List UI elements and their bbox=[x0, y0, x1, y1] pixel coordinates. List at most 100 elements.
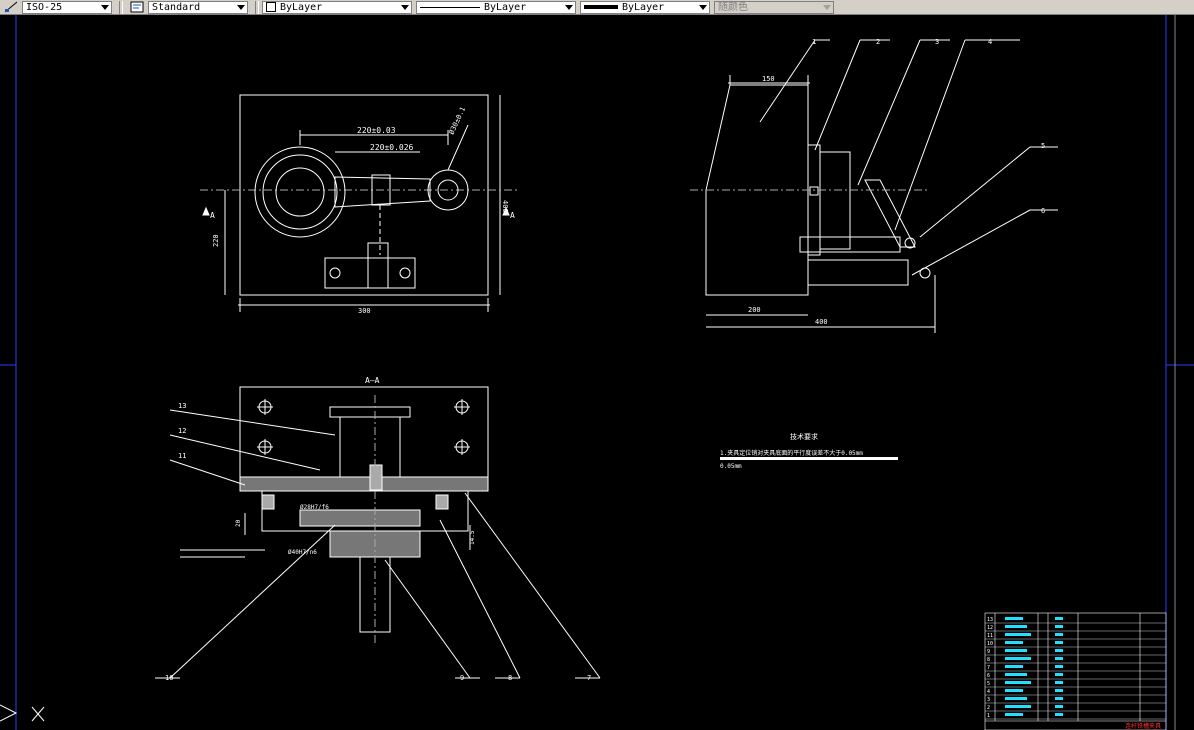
text-style-value: Standard bbox=[152, 1, 201, 13]
side-view-flange bbox=[807, 144, 821, 256]
callout-11: 11 bbox=[178, 452, 186, 460]
title-stamp: 连杆铣槽夹具 bbox=[1125, 722, 1161, 730]
title-block-qty bbox=[1055, 657, 1063, 660]
section-top-body bbox=[239, 386, 489, 478]
title-block bbox=[984, 612, 1167, 730]
callout-3: 3 bbox=[935, 38, 939, 46]
title-block-part-name bbox=[1005, 705, 1031, 708]
callout-7: 7 bbox=[587, 674, 591, 682]
title-block-qty bbox=[1055, 665, 1063, 668]
title-block-part-name bbox=[1005, 641, 1023, 644]
notes-title: 技术要求 bbox=[790, 432, 818, 441]
callout-12: 12 bbox=[178, 427, 186, 435]
side-view-rail-lower bbox=[807, 259, 909, 286]
layer-color-dropdown[interactable]: ByLayer bbox=[262, 0, 412, 14]
title-block-row-number: 12 bbox=[987, 625, 993, 631]
lineweight-dropdown[interactable]: ByLayer bbox=[580, 0, 710, 14]
callout-5: 5 bbox=[1041, 142, 1045, 150]
text-style-dropdown[interactable]: Standard bbox=[148, 0, 248, 14]
chevron-down-icon bbox=[101, 4, 109, 10]
dimension-style-value: ISO-25 bbox=[26, 1, 63, 13]
title-block-qty bbox=[1055, 625, 1063, 628]
callout-2: 2 bbox=[876, 38, 880, 46]
title-block-row-number: 4 bbox=[987, 689, 990, 695]
dim-fit: Ø28H7/f6 bbox=[300, 504, 329, 511]
leader-3 bbox=[857, 39, 921, 186]
leader-9 bbox=[384, 559, 471, 679]
drawing-canvas[interactable]: 220±0.03 220±0.026 Ø30±0.1 300 400 220 A… bbox=[0, 15, 1194, 730]
plot-style-value: 随颜色 bbox=[718, 1, 748, 13]
title-block-qty bbox=[1055, 633, 1063, 636]
dim-top: 150 bbox=[762, 75, 775, 83]
title-block-row-number: 3 bbox=[987, 697, 990, 703]
callout-10: 10 bbox=[165, 674, 173, 682]
title-block-part-name bbox=[1005, 665, 1023, 668]
dim-height-right: 400 bbox=[501, 200, 509, 213]
section-base-plate bbox=[239, 476, 489, 492]
section-label-right: A bbox=[510, 211, 515, 220]
title-block-row-number: 8 bbox=[987, 657, 990, 663]
chevron-down-icon bbox=[699, 4, 707, 10]
rod-big-end-inner-ring bbox=[262, 154, 338, 230]
layer-color-value: ByLayer bbox=[280, 1, 323, 13]
section-title: A—A bbox=[365, 376, 380, 385]
ucs-icon bbox=[0, 704, 45, 722]
dimension-style-icon[interactable] bbox=[3, 1, 19, 14]
leader-4 bbox=[894, 39, 966, 231]
dim-bottom-left: 200 bbox=[748, 306, 761, 314]
title-block-qty bbox=[1055, 617, 1063, 620]
title-block-qty bbox=[1055, 681, 1063, 684]
title-block-row-number: 10 bbox=[987, 641, 993, 647]
notes-line-1: 1.夹具定位销对夹具底面的平行度误差不大于0.05mm bbox=[720, 449, 863, 457]
leader-12 bbox=[169, 434, 321, 471]
leader-13 bbox=[169, 409, 336, 436]
dim-angle: Ø30±0.1 bbox=[448, 106, 468, 136]
callout-8: 8 bbox=[508, 674, 512, 682]
dim-height-left: 220 bbox=[212, 234, 220, 247]
lineweight-preview-icon bbox=[584, 5, 618, 9]
rod-big-end-outer bbox=[254, 146, 346, 238]
title-block-part-name bbox=[1005, 617, 1023, 620]
dim-side: 20 bbox=[235, 519, 242, 527]
title-block-part-name bbox=[1005, 633, 1031, 636]
leader-5 bbox=[919, 146, 1031, 238]
chevron-down-icon bbox=[237, 4, 245, 10]
title-block-qty bbox=[1055, 689, 1063, 692]
leader-6 bbox=[911, 209, 1031, 276]
title-block-qty bbox=[1055, 673, 1063, 676]
dim-inner: 220±0.026 bbox=[370, 143, 414, 152]
title-block-part-name bbox=[1005, 681, 1031, 684]
chevron-down-icon bbox=[401, 4, 409, 10]
callout-9: 9 bbox=[460, 674, 464, 682]
dim-bore: Ø40H7/n6 bbox=[288, 549, 317, 556]
toolbar-separator bbox=[255, 0, 259, 14]
toolbar-separator bbox=[119, 0, 123, 14]
leader-11 bbox=[169, 459, 246, 486]
linetype-value: ByLayer bbox=[484, 1, 527, 13]
clamp-bolt-left bbox=[329, 267, 341, 279]
clamp-screw bbox=[367, 242, 389, 289]
title-block-part-name bbox=[1005, 673, 1027, 676]
chevron-down-icon bbox=[565, 4, 573, 10]
notes-line-2: 0.05mm bbox=[720, 463, 742, 470]
title-block-part-name bbox=[1005, 713, 1023, 716]
leader-8 bbox=[439, 519, 521, 679]
title-block-part-name bbox=[1005, 649, 1027, 652]
lineweight-value: ByLayer bbox=[622, 1, 665, 13]
title-block-qty bbox=[1055, 697, 1063, 700]
linetype-dropdown[interactable]: ByLayer bbox=[416, 0, 576, 14]
callout-4: 4 bbox=[988, 38, 992, 46]
title-block-qty bbox=[1055, 641, 1063, 644]
callout-13: 13 bbox=[178, 402, 186, 410]
text-style-icon[interactable] bbox=[129, 1, 145, 14]
title-block-part-name bbox=[1005, 689, 1023, 692]
rod-shank bbox=[334, 176, 431, 208]
title-block-row-number: 1 bbox=[987, 713, 990, 719]
linetype-preview-icon bbox=[420, 6, 480, 8]
plot-style-dropdown: 随颜色 bbox=[714, 0, 834, 14]
dimension-style-dropdown[interactable]: ISO-25 bbox=[22, 0, 112, 14]
title-block-row-number: 11 bbox=[987, 633, 993, 639]
title-block-row-number: 2 bbox=[987, 705, 990, 711]
leader-7 bbox=[464, 492, 601, 679]
color-swatch-icon bbox=[266, 2, 276, 12]
